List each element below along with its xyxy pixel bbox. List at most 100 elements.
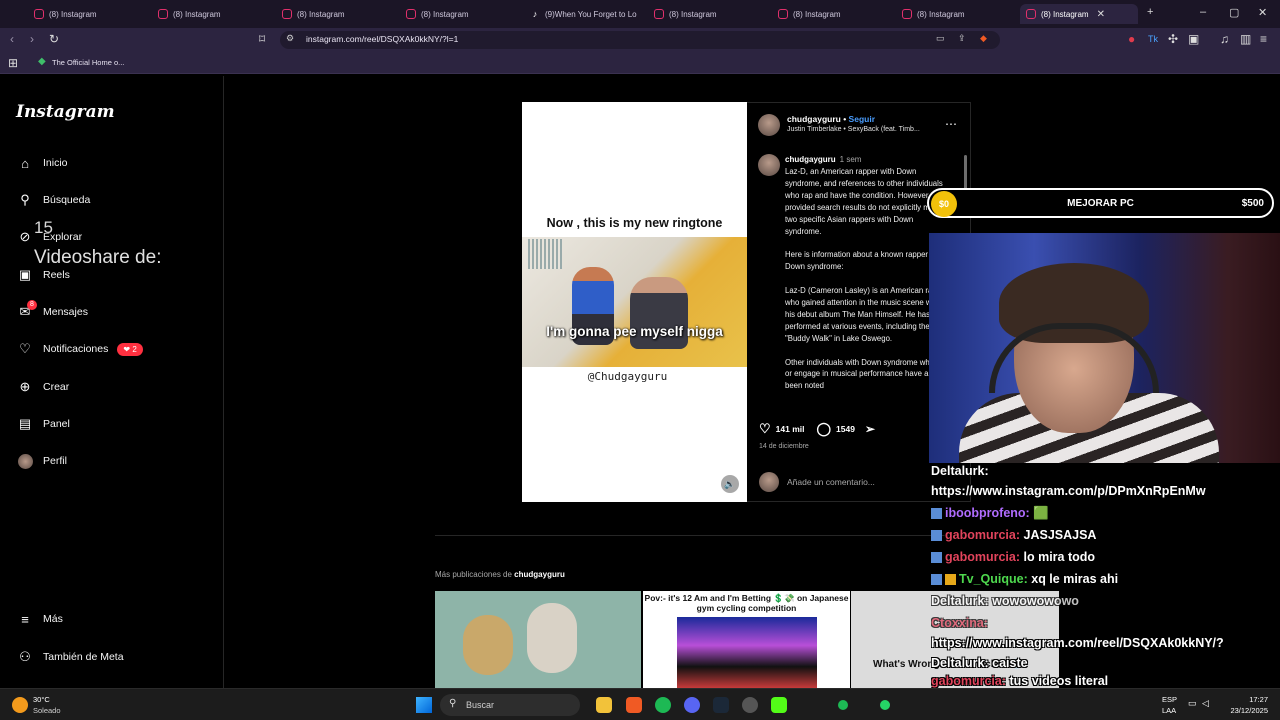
reload-icon[interactable]: ↻ [49,32,59,46]
instagram-icon [1026,9,1036,19]
chat-message: gabomurcia: lo mira todo [931,550,1095,564]
input-language[interactable]: ESP [1162,695,1177,704]
browser-tab[interactable]: (8) Instagram [654,4,764,24]
more-posts-user[interactable]: chudgayguru [514,570,565,579]
windows-start-icon[interactable] [416,697,432,713]
taskbar-search[interactable]: ⚲ Buscar [440,694,580,716]
extensions-puzzle-icon[interactable]: ✣ [1168,32,1178,46]
bookmark-favicon-icon: ◆ [38,56,46,67]
back-icon[interactable]: ‹ [10,32,14,46]
url-text[interactable]: instagram.com/reel/DSQXAk0kkNY/?l=1 [306,34,458,44]
browser-tab[interactable]: (8) Instagram [902,4,1012,24]
search-icon: ⚲ [20,192,30,207]
chat-message: gabomurcia: JASJSAJSA [931,528,1096,542]
browser-tab[interactable]: (8) Instagram [158,4,268,24]
browser-tab[interactable]: (8) Instagram [778,4,888,24]
sidebar-item-notificaciones[interactable]: ♡ Notificaciones ❤ 2 [16,338,143,360]
reel-watermark: @Chudgayguru [587,370,668,383]
share-icon[interactable]: ⇪ [958,33,966,44]
sidebar-item-inicio[interactable]: ⌂ Inicio [16,152,67,174]
steam-icon[interactable] [713,697,729,713]
avatar [759,472,779,492]
weather-temperature[interactable]: 30°C [33,695,50,704]
instagram-icon [282,9,292,19]
sidebar-item-meta[interactable]: ⚇ También de Meta [16,646,123,668]
plus-icon: ⊕ [19,379,31,394]
mute-button[interactable]: 🔈 [721,475,739,493]
browser-tab-active[interactable]: (8) Instagram ✕ [1020,4,1138,24]
more-options-icon[interactable]: ⋯ [945,117,957,131]
browser-tab[interactable]: ♪ (9)When You Forget to Lo [530,4,640,24]
post-thumbnail[interactable] [435,591,641,688]
caption-username[interactable]: chudgayguru [785,155,836,164]
share-send-icon[interactable]: ➢ [865,422,875,436]
tray-whatsapp-icon[interactable] [880,700,890,710]
weather-sun-icon[interactable] [12,697,28,713]
chat-message: Deltalurk: wowowowowo [931,594,1079,608]
chat-badge-icon [931,552,942,564]
heart-icon: ♡ [19,341,31,356]
extension-icon[interactable]: Tk [1148,34,1158,44]
forward-icon[interactable]: › [30,32,34,46]
file-explorer-icon[interactable] [596,697,612,713]
reel-video[interactable]: Now , this is my new ringtone I'm gonna … [522,102,747,502]
media-icon[interactable]: ♫ [1220,32,1229,46]
comment-icon[interactable]: ◯ [816,421,831,437]
sidebar-item-perfil[interactable]: Perfil [16,450,67,472]
sidebar-icon[interactable]: ▥ [1240,32,1251,46]
audio-track[interactable]: Justin Timberlake • SexyBack (feat. Timb… [787,126,920,133]
discord-icon[interactable] [684,697,700,713]
window-blinds [528,239,562,269]
bookmark-icon[interactable]: ⌑ [259,32,265,46]
address-bar[interactable]: ⚙ instagram.com/reel/DSQXAk0kkNY/?l=1 ▭ … [280,31,1000,49]
spotify-icon[interactable] [655,697,671,713]
cast-icon[interactable]: ▭ [936,33,945,44]
wallet-icon[interactable]: ▣ [1188,32,1199,46]
kick-icon[interactable] [771,697,787,713]
like-heart-icon[interactable]: ♡ [759,421,771,437]
maximize-icon[interactable]: ▢ [1229,6,1239,19]
sidebar-item-mas[interactable]: ≡ Más [16,608,63,630]
comment-input[interactable]: Añade un comentario... [787,477,875,487]
close-window-icon[interactable]: ✕ [1258,6,1267,19]
browser-tab[interactable]: (8) Instagram [282,4,392,24]
username-link[interactable]: chudgayguru [787,114,841,124]
instagram-logo[interactable]: Instagram [16,102,115,122]
post-thumbnail[interactable]: Pov:- it's 12 Am and I'm Betting 💲💸 on J… [643,591,850,688]
tray-spotify-icon[interactable] [838,700,848,710]
message-count-badge: 8 [27,300,37,310]
volume-icon[interactable]: ◁ [1202,698,1209,709]
extension-icon[interactable]: ● [1128,32,1135,46]
minimize-icon[interactable]: – [1200,6,1206,18]
sidebar-item-panel[interactable]: ▤ Panel [16,413,70,435]
brave-shield-icon[interactable]: ◆ [980,33,987,44]
apps-grid-icon[interactable]: ⊞ [8,56,18,70]
sidebar-item-busqueda[interactable]: ⚲ Búsqueda [16,189,90,211]
keyboard-layout[interactable]: LAA [1162,706,1176,715]
browser-tab[interactable]: (8) Instagram [406,4,516,24]
avatar[interactable] [758,114,780,136]
cartoon-figure [527,603,577,673]
brave-browser-icon[interactable] [626,697,642,713]
bookmark-item[interactable]: The Official Home o... [52,58,124,67]
stream-chat: Deltalurk: https://www.instagram.com/p/D… [931,464,1280,688]
browser-tab[interactable]: (8) Instagram [34,4,144,24]
windows-taskbar: 30°C Soleado ⚲ Buscar ESP LAA ▭ ◁ 17:27 … [0,688,1280,720]
clock-time[interactable]: 17:27 [1222,695,1268,704]
network-icon[interactable]: ▭ [1188,698,1197,709]
chat-message: Deltalurk: caiste [931,656,1028,670]
sidebar-item-mensajes[interactable]: ✉ 8 Mensajes [16,300,88,323]
reel-video-frame [522,237,747,367]
close-tab-icon[interactable]: ✕ [1097,9,1105,20]
obs-icon[interactable] [742,697,758,713]
menu-icon[interactable]: ≡ [1260,32,1267,46]
stream-overlay-videoshare: Videoshare de: [34,247,162,268]
weather-condition[interactable]: Soleado [33,706,61,715]
new-tab-icon[interactable]: + [1147,6,1153,18]
site-info-icon[interactable]: ⚙ [286,33,294,44]
avatar[interactable] [758,154,780,176]
follow-button[interactable]: Seguir [849,114,875,124]
sidebar-item-crear[interactable]: ⊕ Crear [16,376,70,398]
clock-date[interactable]: 23/12/2025 [1212,706,1268,715]
instagram-icon [902,9,912,19]
